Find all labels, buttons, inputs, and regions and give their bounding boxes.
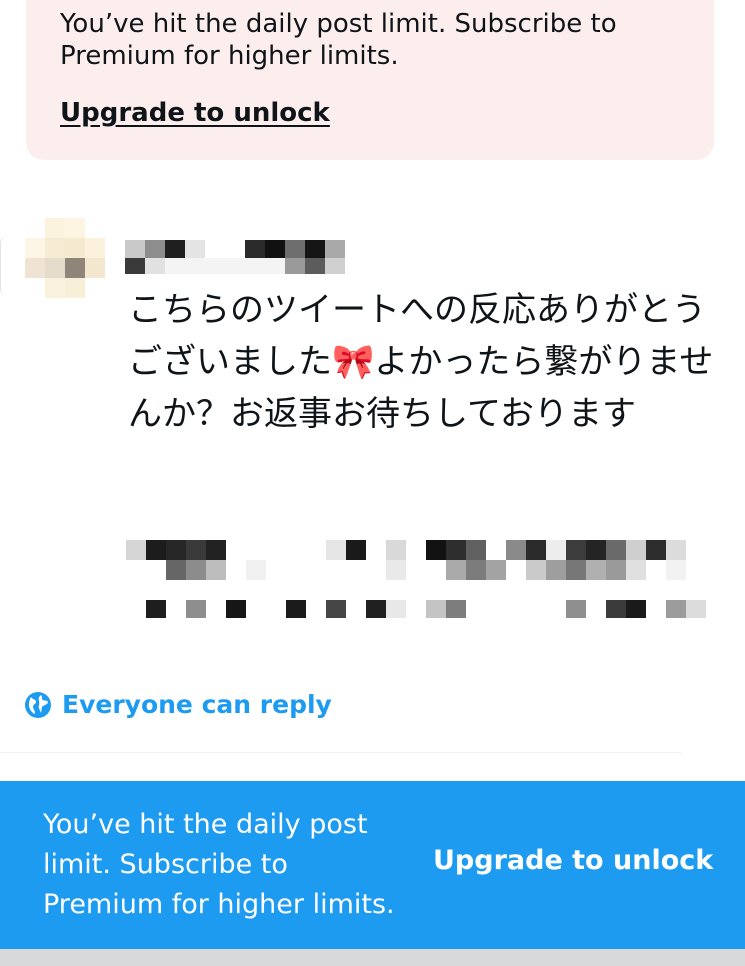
- censored-username[interactable]: [125, 238, 365, 276]
- scroll-edge: [0, 236, 7, 296]
- tweet-text: こちらのツイートへの反応ありがとうございました🎀よかったら繋がりませんか？お返事…: [128, 290, 714, 434]
- daily-limit-message: You’ve hit the daily post limit. Subscri…: [60, 9, 617, 71]
- reply-setting[interactable]: Everyone can reply: [24, 690, 332, 719]
- upgrade-to-unlock-link[interactable]: Upgrade to unlock: [60, 98, 330, 128]
- globe-icon: [24, 691, 52, 719]
- reply-setting-label: Everyone can reply: [62, 690, 332, 719]
- banner-message: You’ve hit the daily post limit. Subscri…: [43, 809, 395, 920]
- daily-limit-banner: You’ve hit the daily post limit. Subscri…: [0, 781, 745, 949]
- banner-upgrade-to-unlock-button[interactable]: Upgrade to unlock: [433, 845, 713, 876]
- bottom-edge: [0, 949, 745, 966]
- daily-limit-notice-card: You’ve hit the daily post limit. Subscri…: [26, 0, 714, 160]
- divider: [0, 752, 682, 753]
- censored-content: [126, 538, 706, 620]
- avatar[interactable]: [25, 218, 105, 298]
